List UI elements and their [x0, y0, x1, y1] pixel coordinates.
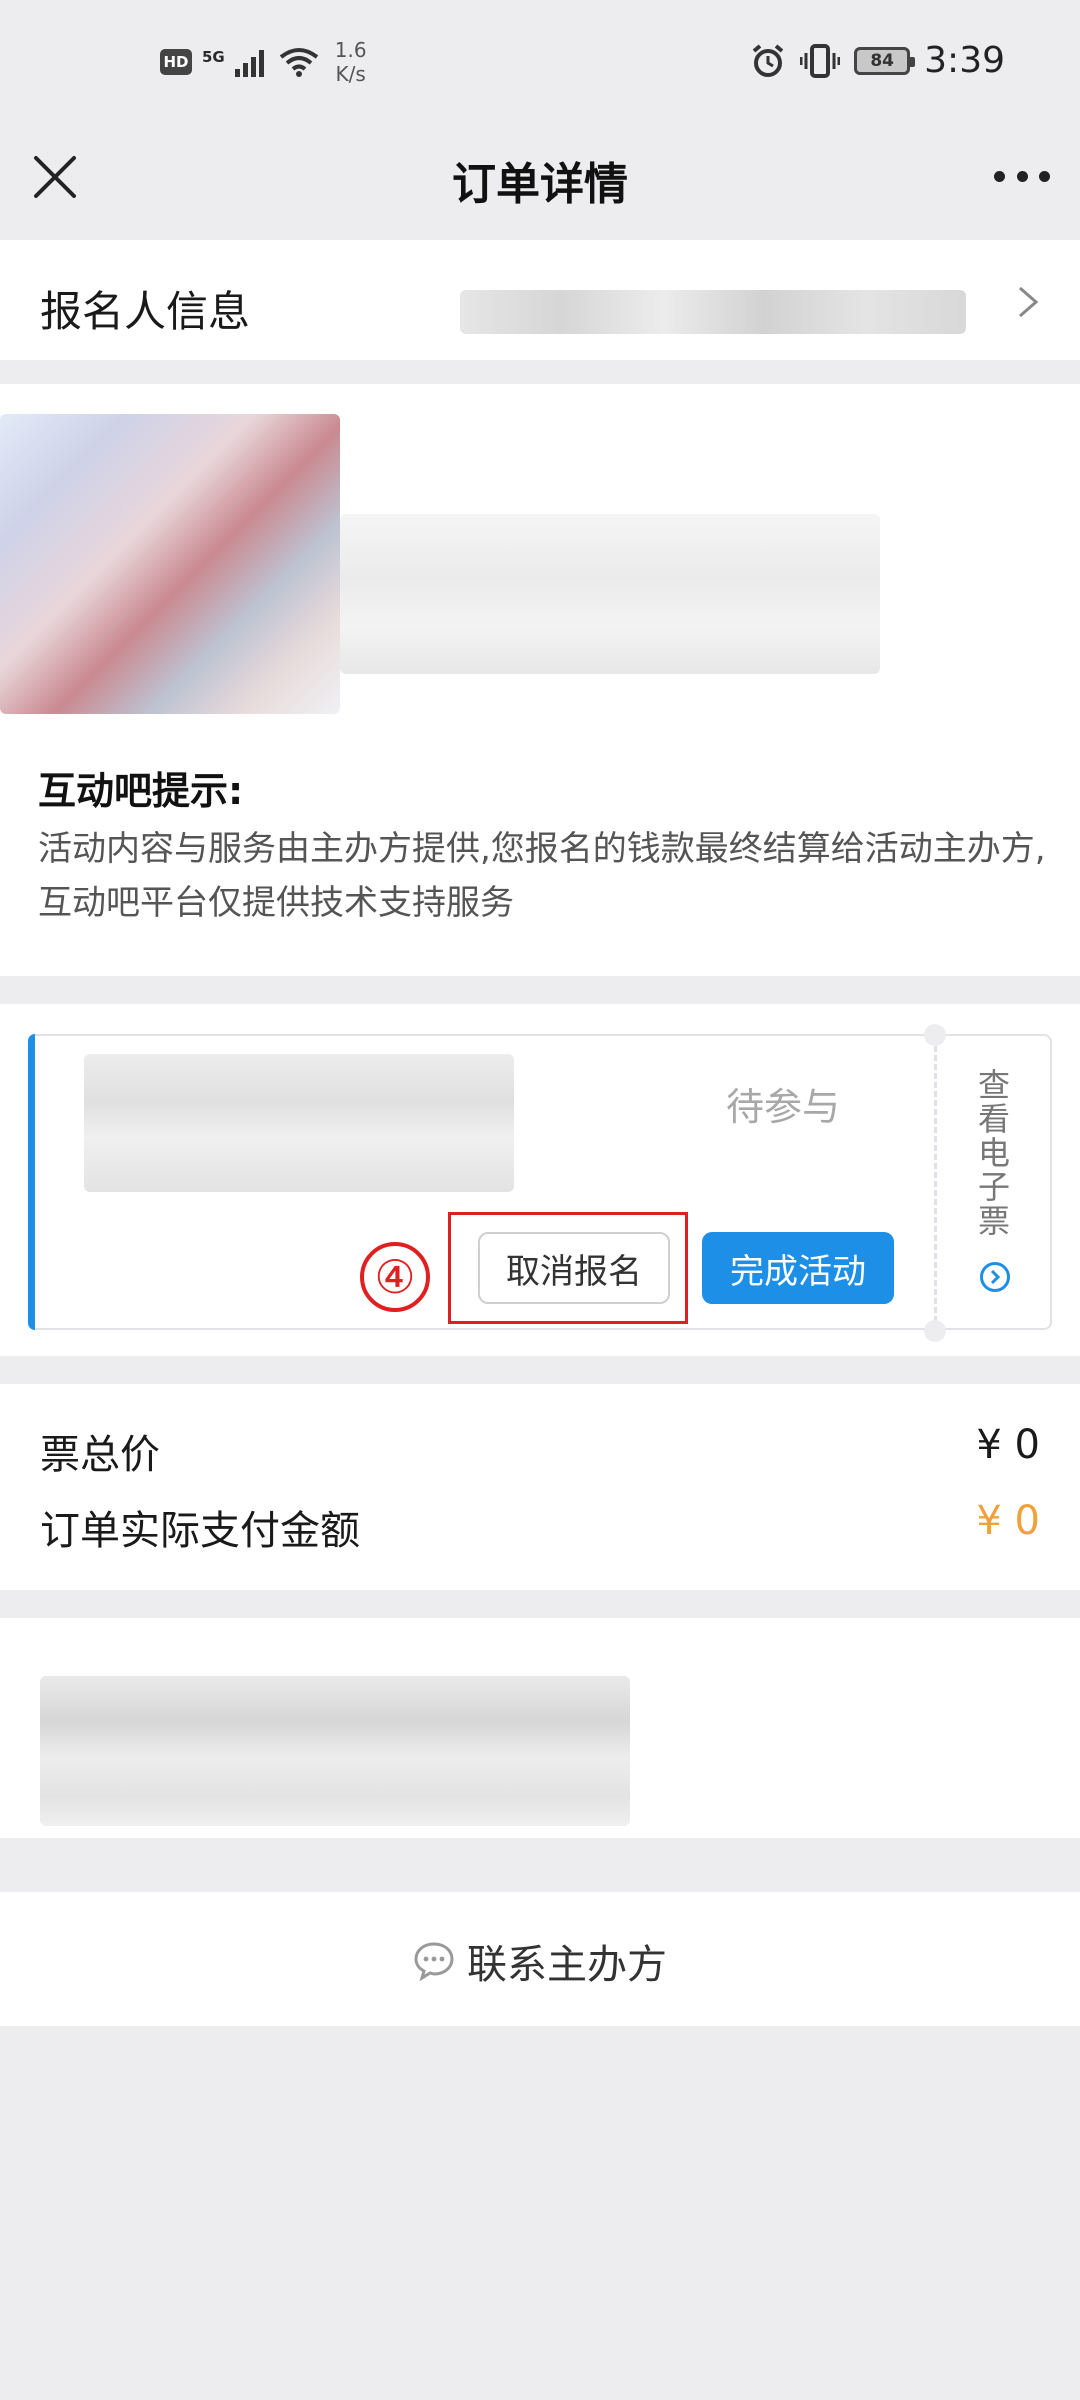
order-info — [0, 1618, 1080, 1838]
ticket-notch-bottom — [924, 1320, 946, 1342]
ticket-section: 待参与 ④ 取消报名 完成活动 查看电子票 — [0, 1004, 1080, 1356]
more-options-icon[interactable] — [994, 166, 1050, 186]
view-eticket-link[interactable]: 查看电子票 — [964, 1068, 1024, 1238]
redacted-order-info — [40, 1676, 630, 1826]
alarm-icon — [752, 43, 784, 77]
network-speed: 1.6 K/s — [335, 38, 367, 86]
speed-value: 1.6 — [334, 38, 367, 62]
hd-badge: HD — [160, 49, 192, 75]
registrant-label: 报名人信息 — [40, 287, 251, 336]
status-bar: HD 5G 1.6 K/s 84 3:39 — [0, 0, 1080, 136]
chevron-glyph — [990, 1269, 1001, 1285]
status-right: 84 3:39 — [750, 40, 1005, 81]
wifi-icon — [279, 48, 318, 77]
paid-amount-label: 订单实际支付金额 — [40, 1508, 360, 1554]
network-type: 5G — [202, 47, 225, 66]
status-time: 3:39 — [924, 40, 1005, 81]
event-info — [0, 384, 1080, 730]
annotation-number: ④ — [360, 1242, 430, 1312]
ticket-accent-bar — [28, 1034, 35, 1330]
nav-bar: 订单详情 — [0, 136, 1080, 240]
paid-amount-value: ¥ 0 — [976, 1498, 1040, 1544]
vibrate-icon — [800, 43, 841, 78]
total-price-value: ¥ 0 — [976, 1422, 1040, 1468]
redacted-ticket-name — [84, 1054, 514, 1192]
signal-icon — [234, 50, 264, 77]
tips-title: 互动吧提示: — [38, 769, 244, 813]
battery-indicator: 84 — [854, 46, 916, 75]
dot — [1016, 170, 1028, 182]
dot — [994, 170, 1005, 182]
tips-body: 活动内容与服务由主办方提供,您报名的钱款最终结算给活动主办方,互动吧平台仅提供技… — [38, 829, 1046, 923]
redacted-registrant — [460, 290, 966, 334]
speed-unit: K/s — [335, 62, 366, 86]
dot — [1039, 170, 1050, 182]
ticket-divider — [934, 1046, 937, 1322]
complete-activity-button[interactable]: 完成活动 — [702, 1232, 894, 1304]
chat-bubble-icon — [414, 1942, 454, 1981]
registrant-row[interactable]: 报名人信息 — [0, 240, 1080, 360]
ticket-notch-top — [924, 1024, 946, 1046]
redacted-event-text — [340, 514, 880, 674]
chevron-right-icon — [1019, 286, 1039, 318]
contact-organizer-button[interactable]: 联系主办方 — [0, 1932, 1080, 1990]
contact-organizer-label: 联系主办方 — [467, 1942, 667, 1988]
cancel-registration-button[interactable]: 取消报名 — [478, 1232, 670, 1304]
status-left: HD 5G 1.6 K/s — [160, 38, 367, 86]
total-price-label: 票总价 — [40, 1432, 160, 1478]
price-section: 票总价 ¥ 0 订单实际支付金额 ¥ 0 — [0, 1384, 1080, 1590]
ticket-status: 待参与 — [725, 1085, 840, 1129]
platform-tips: 互动吧提示: 活动内容与服务由主办方提供,您报名的钱款最终结算给活动主办方,互动… — [0, 730, 1080, 976]
page-title: 订单详情 — [452, 159, 628, 210]
contact-organizer-row[interactable]: 联系主办方 — [0, 1892, 1080, 2026]
ticket-card: 待参与 ④ 取消报名 完成活动 查看电子票 — [28, 1024, 1052, 1342]
chevron-circle-right-icon[interactable] — [980, 1262, 1010, 1292]
redacted-event-image — [0, 414, 340, 714]
